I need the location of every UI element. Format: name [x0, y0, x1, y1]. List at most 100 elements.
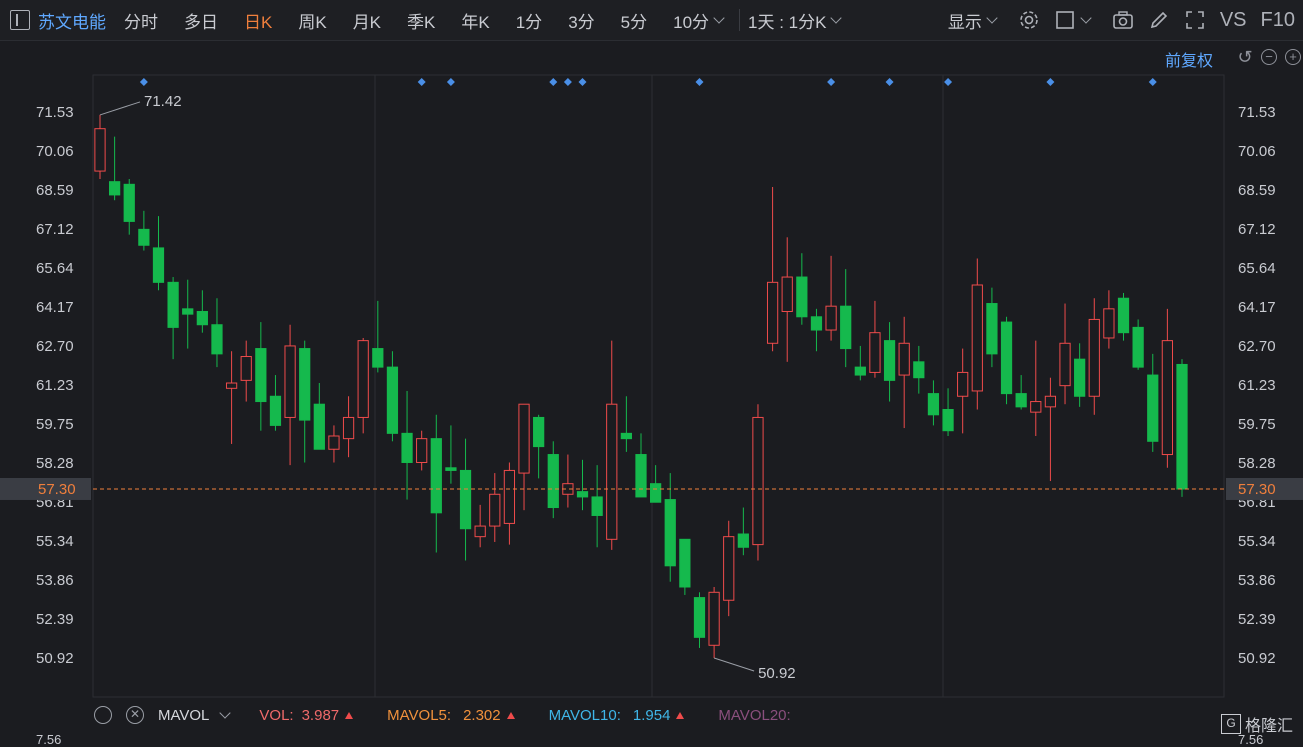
candle-body-67	[1074, 358, 1086, 397]
tab-period-7[interactable]: 1分	[516, 8, 542, 33]
candle-body-27	[489, 493, 501, 527]
display-chevron-icon	[986, 12, 998, 24]
candle-body-36	[620, 432, 632, 440]
vs-button[interactable]: VS	[1220, 9, 1247, 32]
f10-button[interactable]: F10	[1261, 9, 1295, 32]
price-tick-left-14: 50.92	[36, 650, 74, 667]
candle-body-24	[445, 467, 457, 471]
price-tick-right-14: 50.92	[1238, 650, 1276, 667]
candle-body-5	[167, 281, 179, 328]
more-periods-chevron-icon[interactable]	[713, 12, 725, 24]
watermark-text: 格隆汇	[1244, 718, 1293, 735]
candle-body-31	[547, 454, 559, 509]
price-tick-right-8: 59.75	[1238, 416, 1276, 433]
price-tick-right-9: 58.28	[1238, 455, 1276, 472]
price-tick-left-8: 59.75	[36, 416, 74, 433]
candle-body-14	[299, 348, 311, 421]
candle-body-60	[971, 284, 983, 392]
candle-body-13	[284, 345, 296, 418]
candle-body-41	[693, 597, 706, 638]
candle-body-25	[459, 469, 472, 530]
watermark-logo: G 格隆汇	[1220, 712, 1293, 736]
close-icon[interactable]: ✕	[126, 706, 144, 724]
price-tick-left-7: 61.23	[36, 377, 74, 394]
layout-button[interactable]	[1054, 9, 1098, 31]
candle-body-46	[766, 281, 779, 344]
indicator-name[interactable]: MAVOL	[158, 707, 209, 724]
candle-body-17	[342, 416, 355, 440]
toolbar-divider	[739, 9, 741, 31]
tab-period-3[interactable]: 周K	[298, 8, 326, 33]
mavol10-label: MAVOL10:	[548, 706, 621, 724]
event-marker-7	[827, 78, 836, 86]
volume-legend-bar: ✕ MAVOL VOL: 3.987 MAVOL5: 2.302 MAVOL10…	[0, 700, 1303, 730]
candle-body-66	[1059, 342, 1071, 387]
tab-period-5[interactable]: 季K	[407, 8, 435, 33]
tab-period-0[interactable]: 分时	[124, 8, 158, 33]
mavol10-value: 1.954	[632, 706, 671, 724]
candle-body-59	[957, 371, 969, 397]
fullscreen-button[interactable]	[1184, 9, 1206, 31]
event-marker-5	[578, 78, 587, 86]
candle-body-42	[708, 591, 720, 646]
gear-icon[interactable]	[94, 706, 112, 724]
screenshot-button[interactable]	[1112, 9, 1134, 31]
event-marker-8	[885, 78, 894, 86]
candle-body-56	[913, 361, 925, 379]
candle-body-33	[576, 491, 589, 498]
camera-icon	[1113, 11, 1133, 29]
candle-body-39	[664, 499, 676, 567]
tab-period-10[interactable]: 10分	[673, 8, 709, 33]
tab-period-2[interactable]: 日K	[244, 8, 272, 33]
vol-axis-top-left: 7.56	[36, 732, 62, 747]
interval-chevron-icon[interactable]	[830, 12, 843, 24]
settings-button[interactable]	[1018, 9, 1040, 31]
sidebar-toggle-icon[interactable]	[10, 10, 30, 30]
candle-body-9	[225, 382, 238, 389]
event-marker-6	[695, 78, 704, 86]
price-tick-left-0: 71.53	[36, 104, 74, 121]
event-marker-9	[944, 78, 953, 86]
candle-body-73	[1161, 340, 1173, 456]
price-tick-right-2: 68.59	[1238, 182, 1276, 199]
candle-body-47	[781, 276, 793, 312]
price-tick-left-13: 52.39	[36, 611, 74, 628]
price-tick-left-2: 68.59	[36, 182, 74, 199]
price-tick-left-5: 64.17	[36, 299, 74, 316]
candle-body-19	[372, 348, 384, 368]
candle-body-23	[430, 438, 442, 514]
candle-body-2	[123, 183, 135, 222]
candle-body-53	[869, 332, 881, 373]
stock-name[interactable]: 苏文电能	[38, 8, 106, 33]
tab-period-4[interactable]: 月K	[353, 8, 381, 33]
toolbar-right: 显示 VS F10	[934, 0, 1295, 40]
candle-body-10	[240, 356, 252, 381]
candle-body-74	[1176, 363, 1188, 490]
event-marker-10	[1046, 78, 1055, 86]
logo-icon: G	[1220, 714, 1241, 734]
candle-body-15	[313, 403, 325, 450]
tab-period-8[interactable]: 3分	[568, 8, 594, 33]
candle-body-55	[898, 342, 910, 376]
candle-body-4	[152, 247, 165, 283]
candle-body-38	[650, 483, 662, 503]
square-layout-icon	[1056, 11, 1074, 29]
candle-body-62	[1000, 321, 1013, 395]
candle-body-58	[942, 409, 954, 432]
tab-period-6[interactable]: 年K	[461, 8, 489, 33]
candle-body-18	[357, 340, 369, 418]
tab-period-1[interactable]: 多日	[184, 8, 218, 33]
candle-body-52	[854, 366, 866, 376]
candlestick-chart[interactable]: 71.53 71.53 70.06 70.06 68.59 68.59 67.12 67.12…	[0, 40, 1303, 700]
display-menu[interactable]: 显示	[948, 8, 1004, 33]
tab-period-9[interactable]: 5分	[621, 8, 647, 33]
price-tick-right-4: 65.64	[1238, 260, 1276, 277]
interval-select[interactable]: 1天 : 1分K	[748, 8, 826, 33]
up-arrow-icon	[676, 711, 685, 719]
current-price-label-right: 57.30	[1238, 481, 1276, 498]
indicator-chevron-icon[interactable]	[219, 707, 232, 719]
price-tick-right-1: 70.06	[1238, 143, 1276, 160]
price-tick-left-4: 65.64	[36, 260, 74, 277]
price-tick-right-12: 53.86	[1238, 572, 1276, 589]
draw-button[interactable]	[1148, 9, 1170, 31]
